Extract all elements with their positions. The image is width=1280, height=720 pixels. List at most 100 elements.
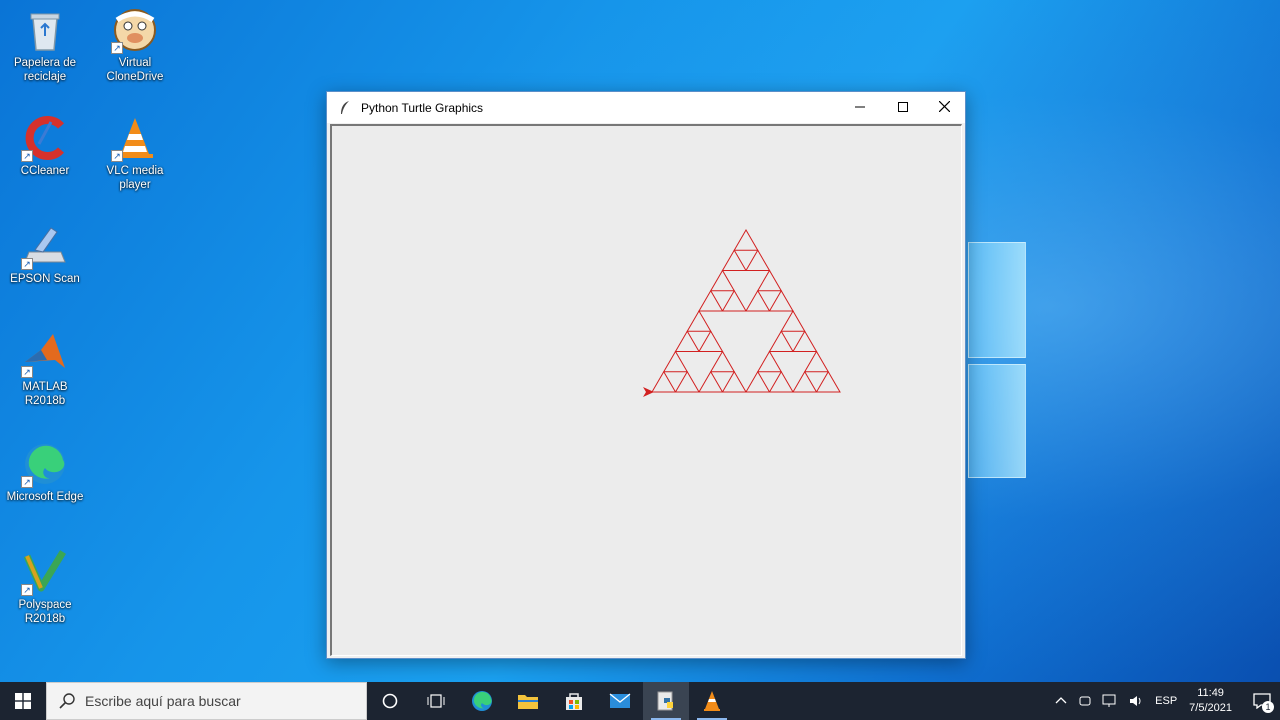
shortcut-arrow-icon: ↗ xyxy=(21,366,33,378)
clock[interactable]: 11:49 7/5/2021 xyxy=(1189,686,1232,716)
cortana-button[interactable] xyxy=(367,682,413,720)
taskbar-search[interactable]: Escribe aquí para buscar xyxy=(46,682,367,720)
edge-icon xyxy=(472,691,492,711)
minimize-icon xyxy=(854,106,865,107)
desktop-icon-label: Papelera de reciclaje xyxy=(13,57,77,83)
desktop-icon-label: Virtual CloneDrive xyxy=(106,57,164,83)
taskbar-file-explorer[interactable] xyxy=(505,682,551,720)
desktop-icon-recycle-bin[interactable]: Papelera de reciclaje xyxy=(2,6,88,84)
sierpinski-segment xyxy=(745,249,771,271)
start-button[interactable] xyxy=(0,682,46,720)
maximize-button[interactable] xyxy=(881,92,924,121)
sierpinski-segment xyxy=(709,269,736,292)
desktop-icon-label: CCleaner xyxy=(20,165,70,177)
taskbar-edge[interactable] xyxy=(459,682,505,720)
clock-date: 7/5/2021 xyxy=(1189,702,1232,714)
turtle-cursor-icon xyxy=(643,387,654,397)
taskbar: Escribe aquí para buscar ESP 11:49 7/5/2… xyxy=(0,682,1280,720)
maximize-icon xyxy=(897,101,908,112)
search-icon xyxy=(59,693,75,709)
sierpinski-segment xyxy=(662,350,689,373)
taskbar-vlc[interactable] xyxy=(689,682,735,720)
sierpinski-segment xyxy=(768,330,794,352)
window-titlebar[interactable]: Python Turtle Graphics xyxy=(327,92,965,123)
meet-now-icon[interactable] xyxy=(1078,694,1092,708)
desktop-icon-vlc[interactable]: ↗ VLC media player xyxy=(92,114,178,192)
vlc-icon: ↗ xyxy=(111,114,159,162)
ccleaner-icon: ↗ xyxy=(21,114,69,162)
clock-time: 11:49 xyxy=(1197,687,1224,699)
sierpinski-segment xyxy=(745,289,771,312)
sierpinski-segment xyxy=(698,370,724,393)
close-button[interactable] xyxy=(923,92,966,121)
sierpinski-segment xyxy=(698,330,724,352)
sierpinski-segment xyxy=(698,289,724,312)
turtle-window[interactable]: Python Turtle Graphics xyxy=(326,91,966,659)
sierpinski-drawing xyxy=(643,229,841,397)
notification-center-button[interactable]: 1 xyxy=(1244,682,1280,720)
volume-icon[interactable] xyxy=(1128,694,1144,708)
sierpinski-segment xyxy=(721,249,747,271)
windows-start-icon xyxy=(15,693,31,709)
polyspace-icon: ↗ xyxy=(21,548,69,596)
close-icon xyxy=(939,101,950,112)
cortana-icon xyxy=(382,693,398,709)
desktop-icon-label: Microsoft Edge xyxy=(6,491,84,503)
sierpinski-segment xyxy=(768,289,794,312)
file-explorer-icon xyxy=(518,695,538,709)
desktop-icon-virtual-clonedrive[interactable]: ↗ Virtual CloneDrive xyxy=(92,6,178,84)
sierpinski-segment xyxy=(780,310,806,332)
shortcut-arrow-icon: ↗ xyxy=(21,476,33,488)
sierpinski-segment xyxy=(686,310,712,332)
sierpinski-segment xyxy=(651,370,677,393)
epson-scan-icon: ↗ xyxy=(21,222,69,270)
sierpinski-segment xyxy=(792,330,818,352)
sierpinski-segment xyxy=(768,370,794,393)
system-tray: ESP 11:49 7/5/2021 1 xyxy=(1049,682,1280,720)
sierpinski-segment xyxy=(803,350,830,373)
minimize-button[interactable] xyxy=(838,92,881,121)
sierpinski-segment xyxy=(792,370,818,393)
sierpinski-segment xyxy=(756,269,783,292)
task-view-icon xyxy=(427,694,445,708)
desktop-icon-label: VLC media player xyxy=(106,165,164,191)
recycle-bin-icon xyxy=(21,6,69,54)
sierpinski-segment xyxy=(756,350,783,373)
desktop-icon-label: Polyspace R2018b xyxy=(18,599,72,625)
sierpinski-segment xyxy=(815,370,841,393)
taskbar-store[interactable] xyxy=(551,682,597,720)
desktop-icon-microsoft-edge[interactable]: ↗ Microsoft Edge xyxy=(2,440,88,504)
sierpinski-segment xyxy=(733,229,759,251)
windows-logo-wallpaper xyxy=(960,230,1030,490)
vlc-icon xyxy=(704,691,720,711)
store-icon xyxy=(566,693,582,710)
desktop-icon-polyspace[interactable]: ↗ Polyspace R2018b xyxy=(2,548,88,626)
desktop-icon-ccleaner[interactable]: ↗ CCleaner xyxy=(2,114,88,178)
desktop-icon-label: EPSON Scan xyxy=(10,273,80,285)
shortcut-arrow-icon: ↗ xyxy=(111,42,123,54)
sierpinski-segment xyxy=(709,350,736,373)
search-placeholder: Escribe aquí para buscar xyxy=(85,693,241,709)
notification-badge: 1 xyxy=(1262,701,1274,713)
mail-icon xyxy=(609,693,631,708)
matlab-icon: ↗ xyxy=(21,330,69,378)
shortcut-arrow-icon: ↗ xyxy=(21,584,33,596)
sierpinski-segment xyxy=(721,370,747,393)
sierpinski-segment xyxy=(674,330,700,352)
python-icon xyxy=(657,691,673,711)
feather-icon xyxy=(341,100,349,114)
chevron-up-icon[interactable] xyxy=(1055,695,1067,707)
desktop-icon-label: MATLAB R2018b xyxy=(22,381,68,407)
taskbar-mail[interactable] xyxy=(597,682,643,720)
virtual-clonedrive-icon: ↗ xyxy=(111,6,159,54)
task-view-button[interactable] xyxy=(413,682,459,720)
desktop-icon-epson-scan[interactable]: ↗ EPSON Scan xyxy=(2,222,88,286)
network-icon[interactable] xyxy=(1102,694,1118,708)
language-indicator[interactable]: ESP xyxy=(1155,695,1177,707)
turtle-canvas[interactable] xyxy=(330,124,962,656)
sierpinski-segment xyxy=(721,289,747,312)
shortcut-arrow-icon: ↗ xyxy=(21,258,33,270)
desktop-icon-matlab[interactable]: ↗ MATLAB R2018b xyxy=(2,330,88,408)
taskbar-python[interactable] xyxy=(643,682,689,720)
window-title: Python Turtle Graphics xyxy=(361,100,484,115)
